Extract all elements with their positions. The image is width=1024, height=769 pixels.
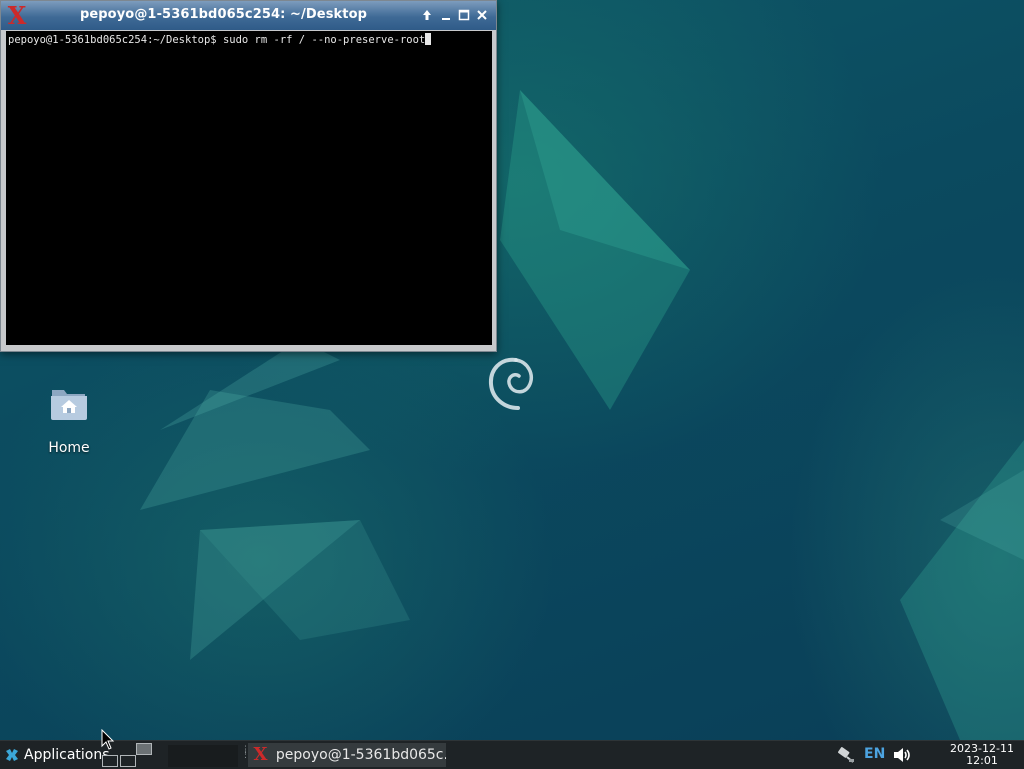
xterm-icon: X — [253, 744, 268, 765]
panel-spacer — [168, 745, 238, 767]
clock[interactable]: 2023-12-11 12:01 — [944, 743, 1020, 767]
clock-time: 12:01 — [966, 754, 998, 767]
workspace-2[interactable] — [120, 755, 136, 767]
applications-label: Applications — [24, 747, 110, 763]
maximize-icon[interactable] — [456, 7, 472, 23]
terminal-window[interactable]: X pepoyo@1-5361bd065c254: ~/Desktop pepo… — [0, 0, 497, 352]
desktop-icon-label: Home — [48, 440, 90, 456]
window-title: pepoyo@1-5361bd065c254: ~/Desktop — [79, 7, 368, 22]
panel-handle-icon[interactable]: ⋮ ⋮ — [241, 746, 250, 762]
terminal-titlebar[interactable]: X pepoyo@1-5361bd065c254: ~/Desktop — [1, 1, 496, 30]
volume-icon[interactable] — [892, 746, 912, 764]
task-label: pepoyo@1-5361bd065c... — [275, 747, 446, 763]
mouse-pointer-icon — [101, 729, 115, 750]
workspace-3[interactable] — [136, 743, 152, 755]
terminal-screen[interactable]: pepoyo@1-5361bd065c254:~/Desktop$ sudo r… — [6, 31, 492, 345]
desktop-icon-home[interactable]: Home — [40, 386, 98, 456]
typed-command: sudo rm -rf / --no-preserve-root — [222, 34, 426, 46]
close-icon[interactable] — [474, 7, 490, 23]
shell-prompt: pepoyo@1-5361bd065c254:~/Desktop$ — [8, 34, 217, 46]
taskbar-task-terminal[interactable]: X pepoyo@1-5361bd065c... — [248, 743, 446, 767]
text-cursor — [425, 33, 432, 45]
network-icon[interactable] — [836, 746, 856, 764]
up-arrow-icon[interactable] — [419, 7, 435, 23]
minimize-icon[interactable] — [438, 7, 454, 23]
debian-swirl-icon — [488, 357, 533, 410]
workspace-1[interactable] — [102, 755, 118, 767]
xfce-menu-icon — [6, 749, 18, 761]
home-folder-icon — [49, 386, 89, 422]
language-indicator[interactable]: EN — [864, 746, 885, 762]
applications-menu-button[interactable]: Applications — [2, 744, 112, 766]
taskbar: Applications ⋮ ⋮ X pepoyo@1-5361bd065c...… — [0, 740, 1024, 769]
terminal-line: pepoyo@1-5361bd065c254:~/Desktop$ sudo r… — [8, 33, 432, 46]
